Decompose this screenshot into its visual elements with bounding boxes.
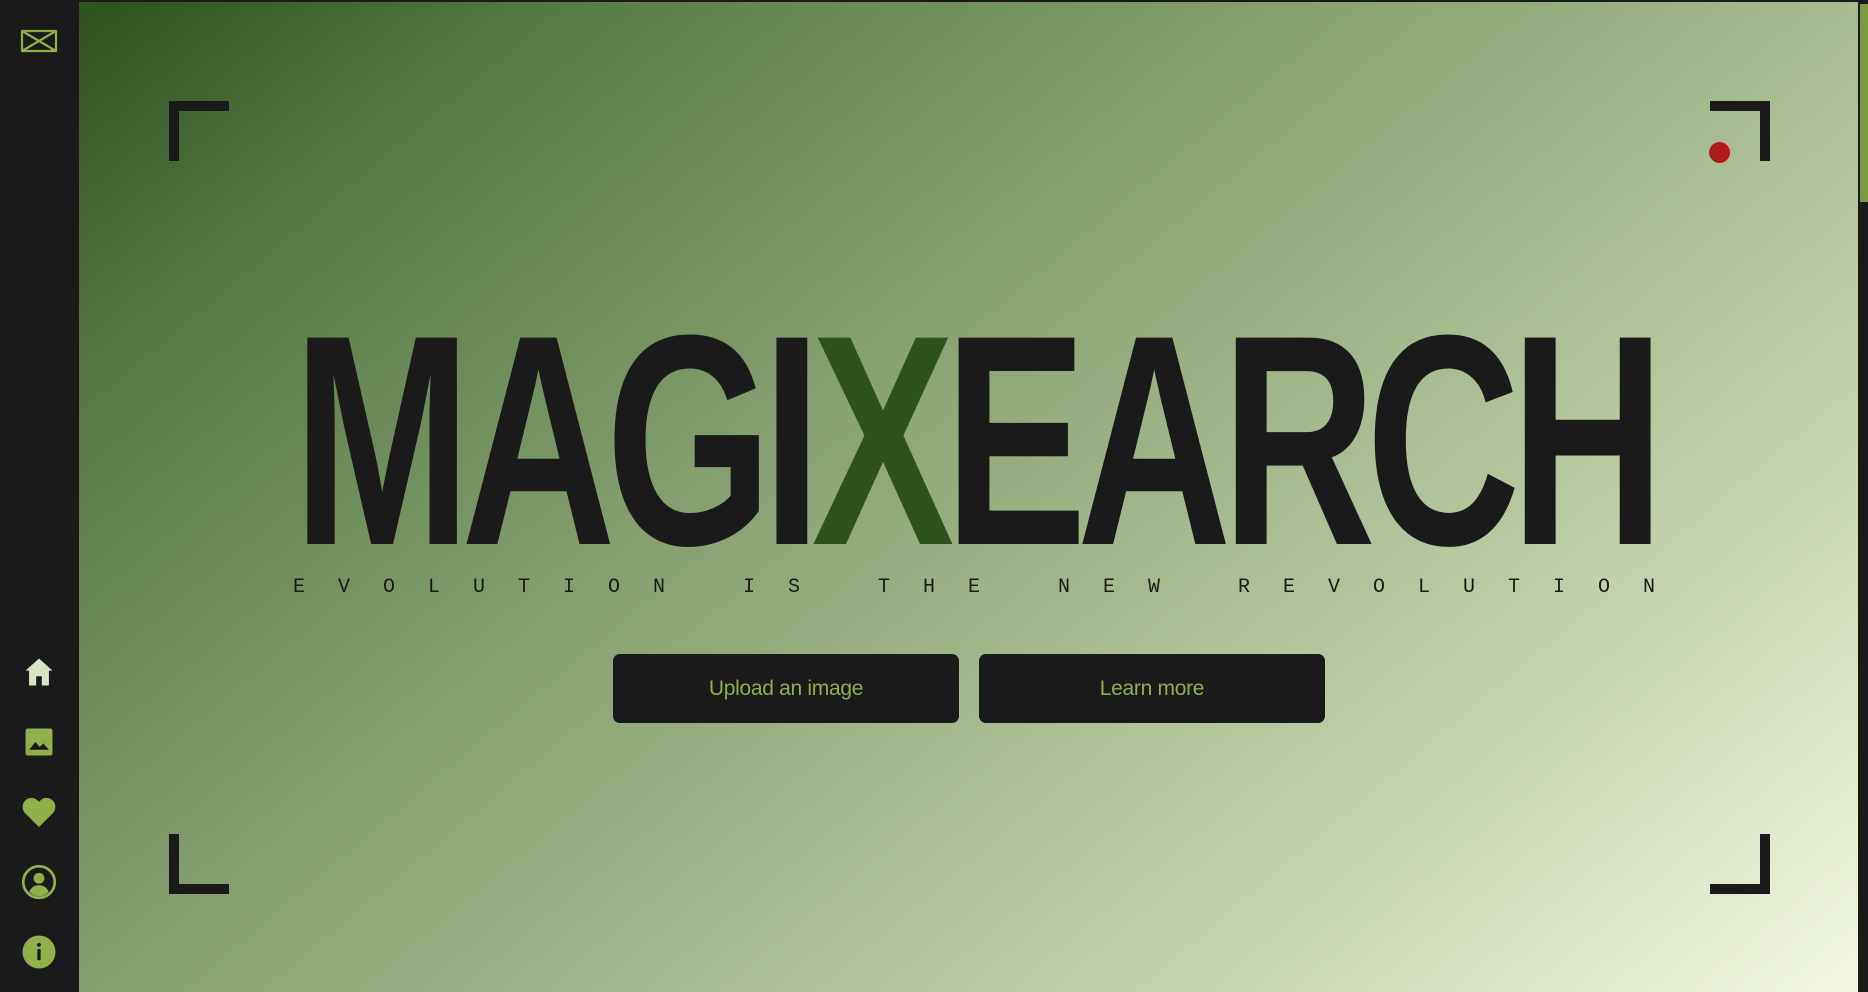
svg-text:MAGIXEARCH: MAGIXEARCH [293, 272, 1655, 552]
home-icon[interactable] [19, 652, 59, 692]
image-icon[interactable] [19, 722, 59, 762]
brand-title-highlight: X [812, 272, 956, 552]
bowtie-logo-icon[interactable] [19, 26, 59, 56]
learn-more-button[interactable]: Learn more [979, 654, 1325, 723]
user-circle-icon[interactable] [19, 862, 59, 902]
upload-image-button[interactable]: Upload an image [613, 654, 959, 723]
brand-title-part2: EARCH [944, 272, 1655, 552]
app-window: MAGIXEARCH EVOLUTION IS THE NEW REVOLUTI… [0, 0, 1868, 992]
frame-corner-top-left [169, 101, 229, 161]
tagline: EVOLUTION IS THE NEW REVOLUTION [293, 574, 1655, 598]
info-icon[interactable] [19, 932, 59, 972]
sidebar [0, 0, 79, 992]
frame-corner-bottom-right [1710, 834, 1770, 894]
hero-section: MAGIXEARCH EVOLUTION IS THE NEW REVOLUTI… [79, 0, 1868, 992]
scrollbar-thumb[interactable] [1860, 4, 1868, 202]
brand-title: MAGIXEARCH [293, 272, 1655, 552]
recording-indicator [1709, 142, 1730, 163]
tagline-text: EVOLUTION IS THE NEW REVOLUTION [293, 576, 1655, 598]
frame-corner-bottom-left [169, 834, 229, 894]
scrollbar[interactable] [1858, 2, 1868, 992]
heart-icon[interactable] [19, 792, 59, 832]
brand-title-part1: MAGI [293, 272, 812, 552]
